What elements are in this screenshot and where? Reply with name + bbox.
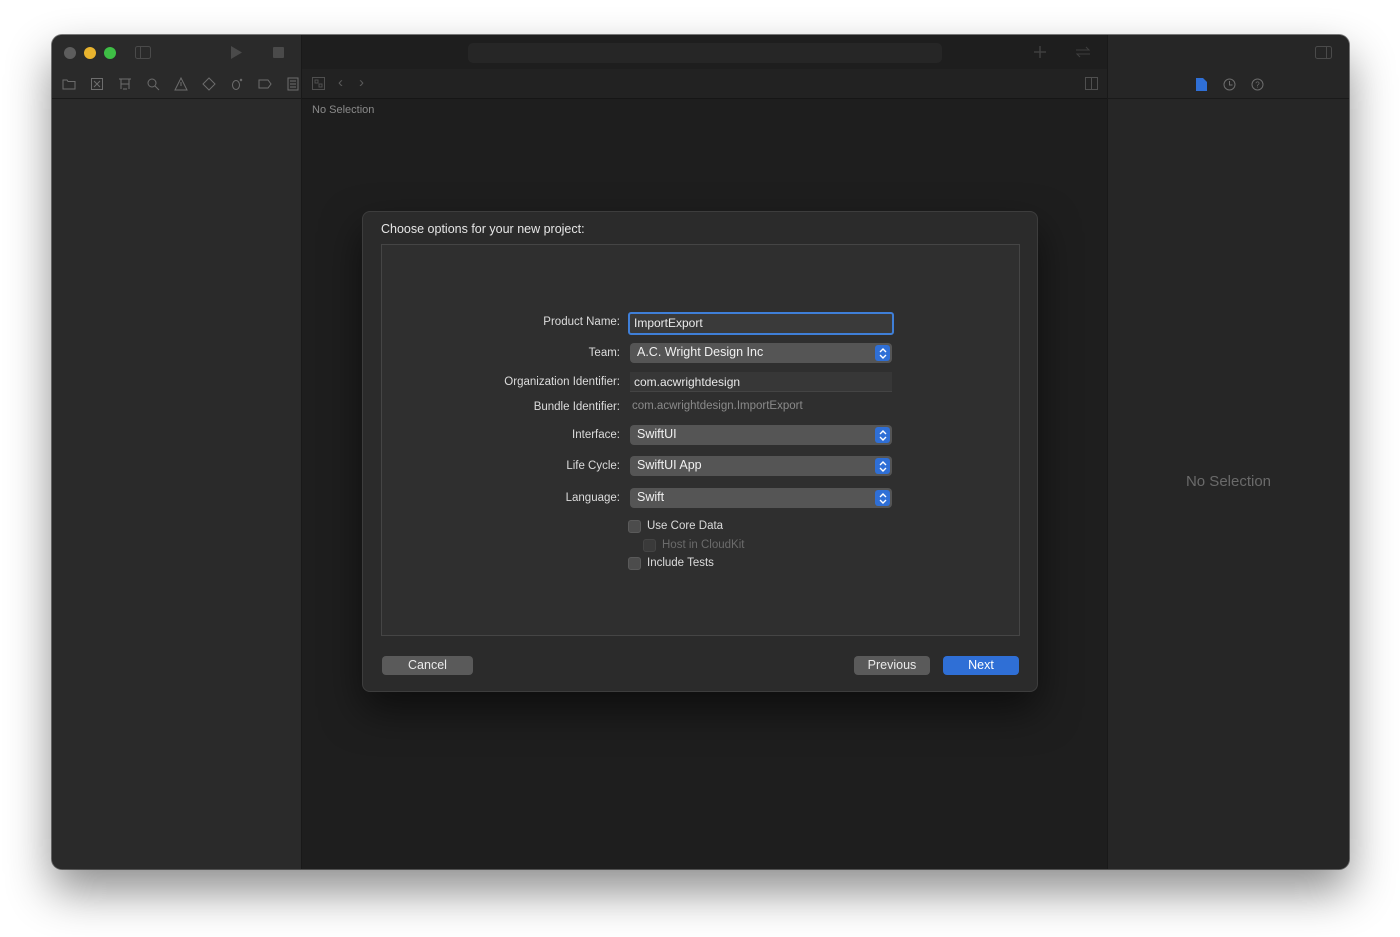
language-row: Language: Swift — [382, 488, 1019, 510]
options-form: Product Name: ImportExport Team: A.C. Wr… — [381, 244, 1020, 636]
team-label: Team: — [588, 347, 620, 359]
org-id-row: Organization Identifier: com.acwrightdes… — [382, 372, 1019, 394]
include-tests-label: Include Tests — [647, 557, 714, 569]
lifecycle-row: Life Cycle: SwiftUI App — [382, 456, 1019, 478]
inspector-toggle-icon[interactable] — [1315, 46, 1332, 62]
report-icon[interactable] — [285, 77, 301, 91]
related-items-icon[interactable] — [312, 77, 325, 93]
team-popup[interactable]: A.C. Wright Design Inc — [630, 343, 892, 363]
bundle-id-row: Bundle Identifier: com.acwrightdesign.Im… — [382, 397, 1019, 419]
language-popup[interactable]: Swift — [630, 488, 892, 508]
interface-value: SwiftUI — [637, 427, 677, 441]
debug-icon[interactable] — [229, 77, 245, 91]
interface-popup[interactable]: SwiftUI — [630, 425, 892, 445]
history-icon[interactable] — [1222, 77, 1236, 91]
search-icon[interactable] — [145, 77, 161, 91]
stop-icon[interactable] — [273, 47, 284, 61]
interface-label: Interface: — [572, 429, 620, 441]
run-icon[interactable] — [230, 46, 242, 62]
symbol-icon[interactable] — [117, 77, 133, 91]
language-label: Language: — [565, 492, 620, 504]
lifecycle-label: Life Cycle: — [566, 460, 620, 472]
breakpoint-icon[interactable] — [257, 77, 273, 91]
bundle-id-value: com.acwrightdesign.ImportExport — [632, 400, 803, 412]
source-control-icon[interactable] — [89, 77, 105, 91]
product-name-input[interactable]: ImportExport — [628, 312, 894, 335]
cancel-button[interactable]: Cancel — [382, 656, 473, 675]
traffic-lights — [64, 47, 116, 59]
lifecycle-value: SwiftUI App — [637, 458, 702, 472]
host-in-cloudkit-label: Host in CloudKit — [662, 539, 745, 551]
inspector-tabs: ? — [1108, 69, 1349, 99]
chevron-updown-icon — [875, 458, 890, 474]
navigator-pane — [52, 35, 302, 869]
inspector-pane: ? No Selection — [1107, 35, 1349, 869]
code-review-icon[interactable] — [1074, 46, 1092, 61]
zoom-window-button[interactable] — [104, 47, 116, 59]
checkbox-box[interactable] — [628, 519, 641, 533]
svg-text:?: ? — [1255, 80, 1260, 89]
product-name-label: Product Name: — [543, 316, 620, 328]
include-tests-checkbox[interactable]: Include Tests — [628, 555, 714, 571]
warning-icon[interactable] — [173, 77, 189, 91]
chevron-updown-icon — [875, 345, 890, 361]
close-window-button[interactable] — [64, 47, 76, 59]
chevron-updown-icon — [875, 427, 890, 443]
bundle-id-label: Bundle Identifier: — [533, 401, 620, 413]
add-icon[interactable] — [1034, 46, 1046, 61]
lifecycle-popup[interactable]: SwiftUI App — [630, 456, 892, 476]
language-value: Swift — [637, 490, 665, 504]
org-id-input[interactable]: com.acwrightdesign — [630, 372, 892, 392]
checkbox-box[interactable] — [628, 556, 641, 570]
new-project-options-sheet: Choose options for your new project: Pro… — [362, 211, 1038, 692]
chevron-updown-icon — [875, 490, 890, 506]
titlebar — [52, 35, 301, 69]
team-row: Team: A.C. Wright Design Inc — [382, 343, 1019, 365]
editor-options-icon[interactable] — [1085, 77, 1098, 93]
host-in-cloudkit-checkbox: Host in CloudKit — [643, 537, 744, 553]
minimize-window-button[interactable] — [84, 47, 96, 59]
next-button[interactable]: Next — [943, 656, 1019, 675]
product-name-row: Product Name: ImportExport — [382, 312, 1019, 335]
sheet-title: Choose options for your new project: — [381, 222, 585, 236]
org-id-label: Organization Identifier: — [504, 376, 620, 388]
checkbox-box — [643, 538, 656, 552]
interface-row: Interface: SwiftUI — [382, 425, 1019, 447]
navigator-selector-bar — [52, 69, 301, 99]
editor-no-selection: No Selection — [312, 104, 375, 116]
file-icon[interactable] — [1194, 77, 1208, 91]
help-icon[interactable]: ? — [1250, 77, 1264, 91]
previous-button[interactable]: Previous — [854, 656, 930, 675]
back-icon[interactable]: ‹ — [338, 75, 343, 90]
jump-bar: ‹ › — [302, 69, 1107, 99]
folder-icon[interactable] — [61, 77, 77, 91]
inspector-no-selection: No Selection — [1185, 473, 1272, 490]
forward-icon[interactable]: › — [359, 75, 364, 90]
activity-viewer — [468, 43, 942, 63]
use-core-data-label: Use Core Data — [647, 520, 724, 532]
team-value: A.C. Wright Design Inc — [637, 345, 764, 359]
sidebar-toggle-icon[interactable] — [135, 46, 151, 62]
use-core-data-checkbox[interactable]: Use Core Data — [628, 518, 723, 534]
test-icon[interactable] — [201, 77, 217, 91]
